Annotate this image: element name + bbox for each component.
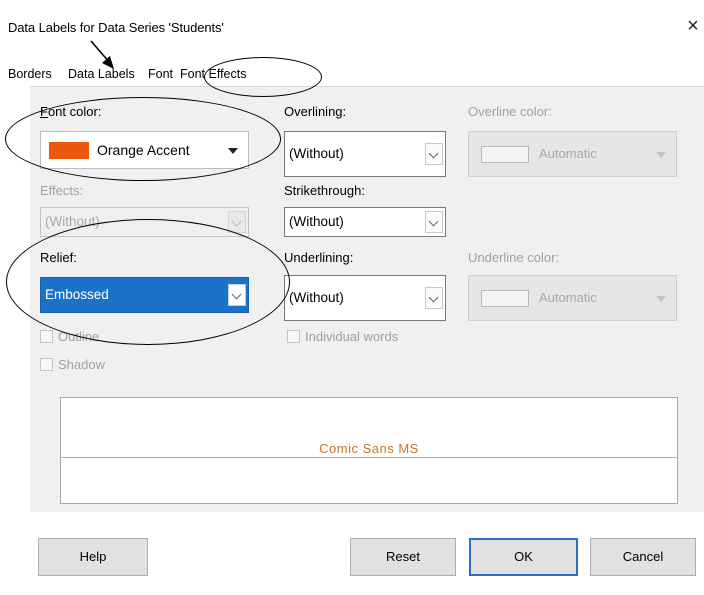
- arrow-icon: [90, 40, 114, 69]
- chevron-down-icon: [228, 211, 246, 233]
- ok-button[interactable]: OK: [469, 538, 578, 576]
- chevron-down-icon[interactable]: [425, 287, 443, 309]
- underline-color-value: Automatic: [539, 290, 597, 305]
- underlining-value: (Without): [289, 290, 344, 305]
- preview-baseline: [61, 457, 677, 458]
- underline-color-label: Underline color:: [468, 250, 560, 265]
- reset-button[interactable]: Reset: [350, 538, 456, 576]
- effects-label: Effects:: [40, 183, 84, 198]
- shadow-label: Shadow: [58, 357, 105, 372]
- individual-words-checkbox[interactable]: [287, 330, 300, 343]
- annotation-oval-font-color: [5, 97, 281, 181]
- font-preview: Comic Sans MS: [60, 397, 678, 504]
- dialog-window: Data Labels for Data Series 'Students' ×…: [0, 0, 704, 595]
- outline-checkbox[interactable]: [40, 330, 53, 343]
- preview-text: Comic Sans MS: [319, 441, 419, 456]
- strikethrough-label: Strikethrough:: [284, 183, 365, 198]
- close-icon[interactable]: ×: [684, 15, 702, 38]
- strikethrough-select[interactable]: (Without): [284, 207, 446, 237]
- underline-color-swatch: [481, 290, 529, 307]
- cancel-button[interactable]: Cancel: [590, 538, 696, 576]
- overline-color-swatch: [481, 146, 529, 163]
- underline-color-button: Automatic: [468, 275, 677, 321]
- chevron-down-icon[interactable]: [425, 211, 443, 233]
- tab-borders[interactable]: Borders: [6, 63, 54, 85]
- triangle-down-icon: [656, 296, 666, 302]
- overline-color-label: Overline color:: [468, 104, 552, 119]
- overlining-label: Overlining:: [284, 104, 347, 119]
- individual-words-label: Individual words: [305, 329, 399, 344]
- overlining-select[interactable]: (Without): [284, 131, 446, 177]
- triangle-down-icon: [656, 152, 666, 158]
- chevron-down-icon[interactable]: [425, 143, 443, 165]
- annotation-oval-tab: [204, 57, 322, 97]
- overline-color-value: Automatic: [539, 146, 597, 161]
- underlining-label: Underlining:: [284, 250, 354, 265]
- overlining-value: (Without): [289, 146, 344, 161]
- annotation-oval-relief: [6, 219, 290, 345]
- help-button[interactable]: Help: [38, 538, 148, 576]
- dialog-title: Data Labels for Data Series 'Students': [8, 20, 224, 35]
- overline-color-button: Automatic: [468, 131, 677, 177]
- strikethrough-value: (Without): [289, 214, 344, 229]
- shadow-checkbox[interactable]: [40, 358, 53, 371]
- underlining-select[interactable]: (Without): [284, 275, 446, 321]
- tab-font[interactable]: Font: [146, 63, 175, 85]
